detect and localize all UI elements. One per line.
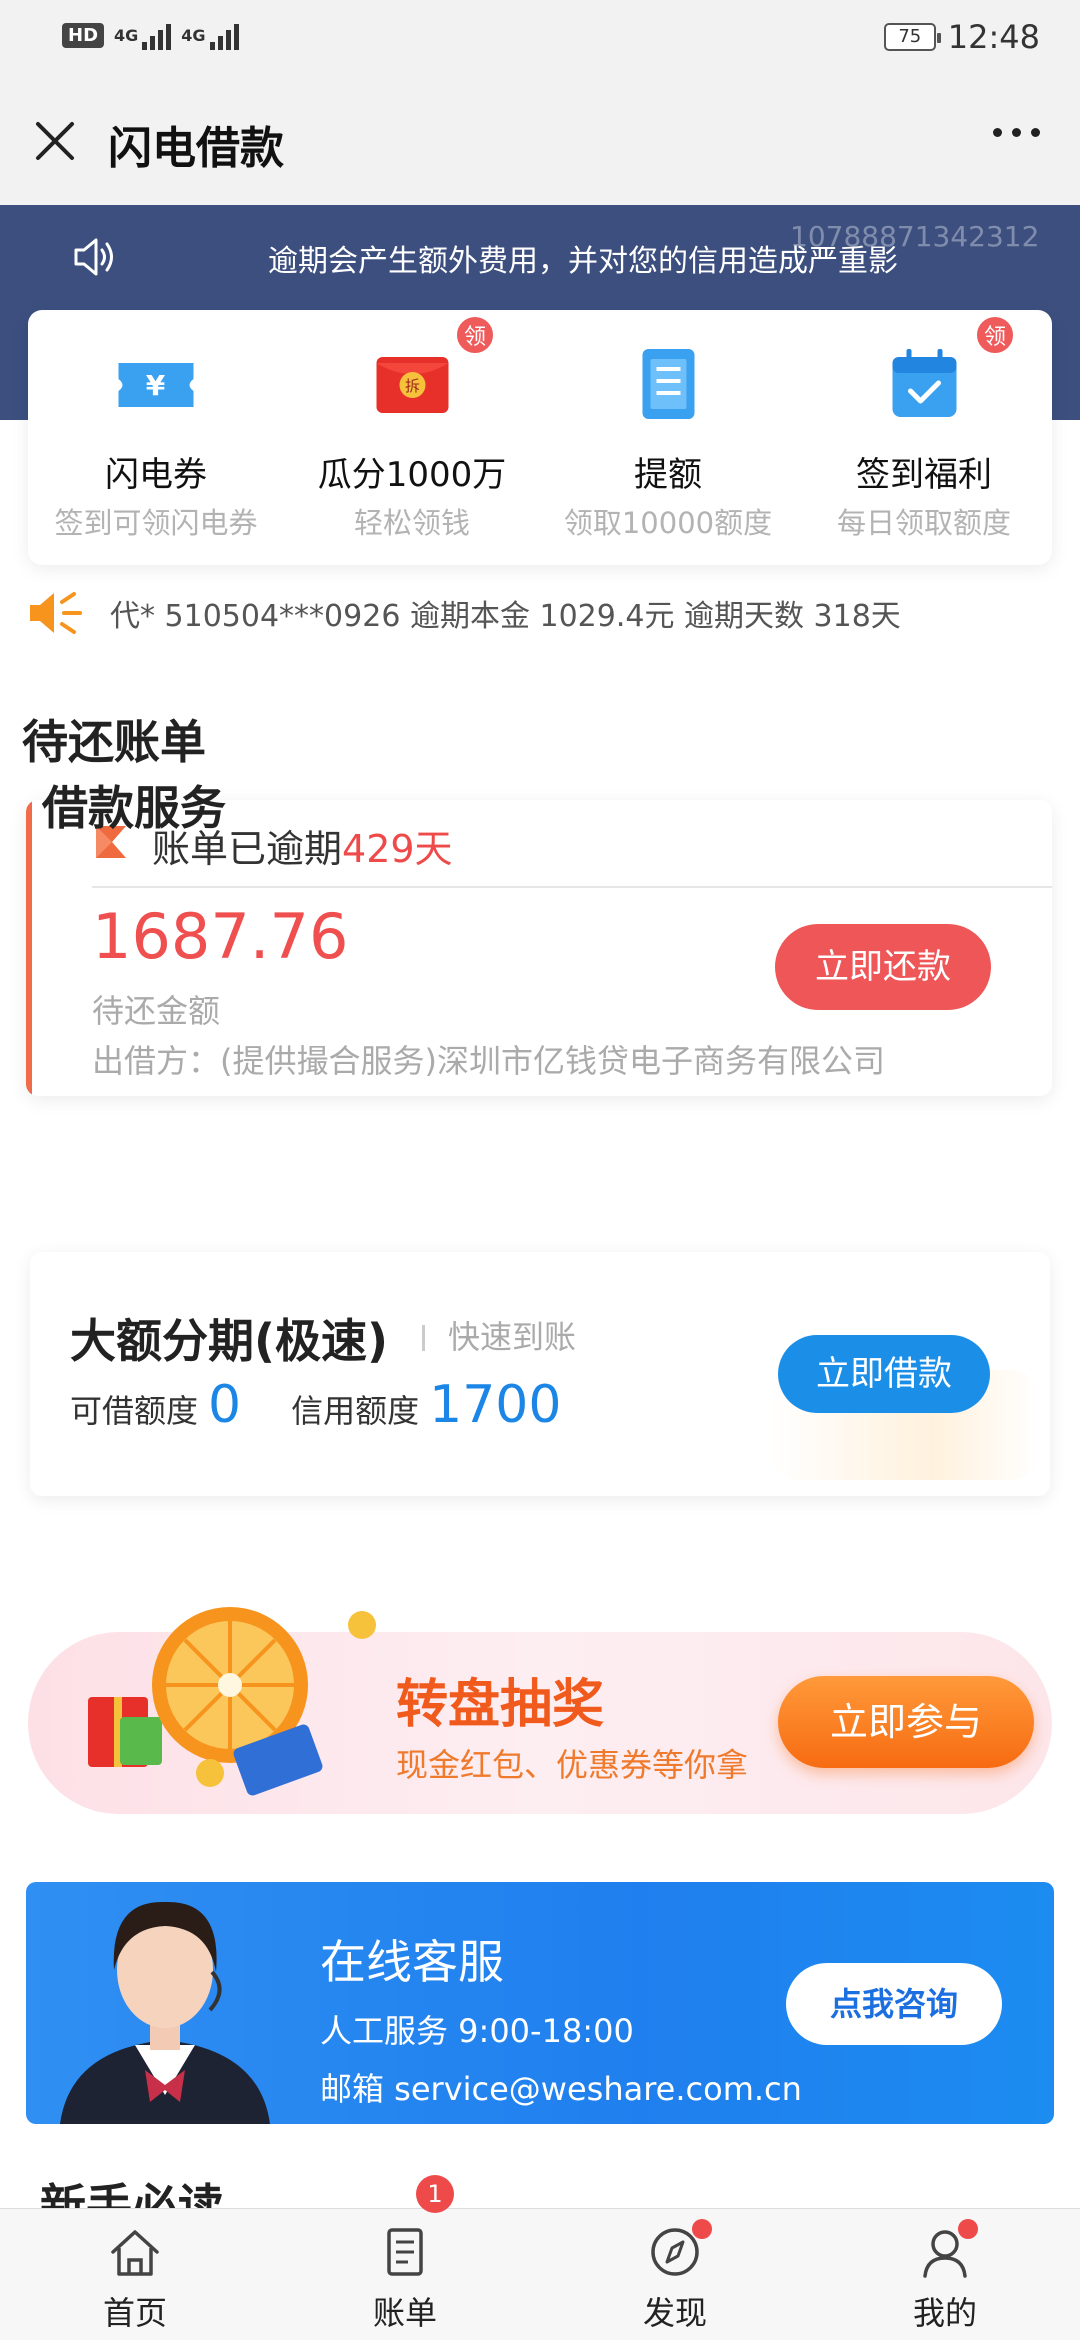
ticket-icon: ¥ [118, 363, 194, 407]
megaphone-icon [30, 592, 82, 634]
lottery-subtitle: 现金红包、优惠券等你拿 [396, 1746, 749, 1784]
tab-home[interactable]: 首页 [65, 2224, 205, 2334]
bill-amount: 1687.76 [92, 900, 349, 973]
hd-indicator: HD [62, 22, 105, 48]
bill-lender: 出借方：(提供撮合服务)深圳市亿钱贷电子商务有限公司 [92, 1042, 885, 1080]
home-icon [111, 2230, 159, 2276]
available-limit-label: 可借额度 [70, 1392, 199, 1430]
status-left: HD 4G 4G [62, 20, 239, 50]
claim-badge: 领 [454, 314, 496, 356]
calendar-check-icon [892, 349, 957, 417]
battery-icon: 75 [883, 23, 941, 51]
section-title-pending-bill: 待还账单 [22, 715, 206, 769]
quick-action-coupon[interactable]: ¥ 闪电券 签到可领闪电券 [28, 310, 284, 565]
notice-text: 逾期会产生额外费用，并对您的信用造成严重影 [268, 244, 898, 279]
service-email: 邮箱 service@weshare.com.cn [320, 2070, 802, 2108]
section-title-newbie: 新手必读 [40, 2179, 224, 2210]
discover-dot-badge [692, 2219, 712, 2239]
credit-limit-value: 1700 [429, 1375, 562, 1435]
section-title-loan-service: 借款服务 [42, 781, 226, 835]
prize-wheel-icon [88, 1607, 376, 1796]
document-icon [642, 349, 695, 419]
service-hours: 人工服务 9:00-18:00 [320, 2012, 634, 2050]
more-icon[interactable] [993, 128, 1040, 137]
svg-text:¥: ¥ [146, 369, 166, 402]
overdue-ticker: 代* 510504***0926 逾期本金 1029.4元 逾期天数 318天 [26, 588, 901, 638]
signal-bars-icon [142, 20, 172, 50]
quick-action-raise-limit[interactable]: 提额 领取10000额度 [540, 310, 796, 565]
divider [92, 886, 1052, 888]
status-right: 75 12:48 [883, 18, 1040, 56]
claim-badge: 领 [974, 314, 1016, 356]
red-envelope-icon: 拆 [376, 357, 449, 413]
bill-icon [387, 2228, 423, 2276]
quick-actions-card: ¥ 闪电券 签到可领闪电券 拆 领 瓜分1000万 轻松领钱 提额 领取1000… [28, 310, 1052, 565]
borrow-now-button[interactable]: 立即借款 [778, 1335, 990, 1413]
service-title: 在线客服 [320, 1935, 504, 1989]
agent-avatar-icon [60, 1901, 270, 2124]
bill-amount-label: 待还金额 [92, 992, 221, 1030]
quick-action-checkin[interactable]: 领 签到福利 每日领取额度 [796, 310, 1052, 565]
clock: 12:48 [947, 18, 1040, 56]
available-limit-value: 0 [208, 1375, 242, 1435]
lottery-title: 转盘抽奖 [396, 1675, 605, 1735]
loan-product-tag: 快速到账 [448, 1318, 577, 1356]
svg-text:拆: 拆 [405, 377, 420, 395]
tab-bill[interactable]: 账单 [335, 2224, 475, 2334]
loan-limits: 可借额度 0 信用额度 1700 [70, 1375, 561, 1435]
repay-now-button[interactable]: 立即还款 [775, 924, 991, 1010]
overdue-ticker-text: 代* 510504***0926 逾期本金 1029.4元 逾期天数 318天 [110, 599, 901, 634]
loan-product-title: 大额分期(极速) [70, 1314, 389, 1368]
page-title: 闪电借款 [108, 123, 284, 174]
bill-count-badge: 1 [416, 2175, 454, 2213]
tab-discover[interactable]: 发现 [605, 2224, 745, 2334]
credit-limit-label: 信用额度 [291, 1392, 420, 1430]
signal-bars-icon [209, 20, 239, 50]
mine-dot-badge [958, 2219, 978, 2239]
overdue-days: 429天 [342, 827, 453, 871]
signal-sim2: 4G [181, 20, 239, 50]
consult-button[interactable]: 点我咨询 [786, 1963, 1002, 2045]
signal-sim1: 4G [114, 20, 172, 50]
join-now-button[interactable]: 立即参与 [778, 1676, 1034, 1768]
close-icon[interactable] [30, 116, 80, 166]
speaker-icon [74, 238, 113, 276]
tab-mine[interactable]: 我的 [875, 2224, 1015, 2334]
divider [422, 1325, 425, 1351]
quick-action-share[interactable]: 拆 领 瓜分1000万 轻松领钱 [284, 310, 540, 565]
